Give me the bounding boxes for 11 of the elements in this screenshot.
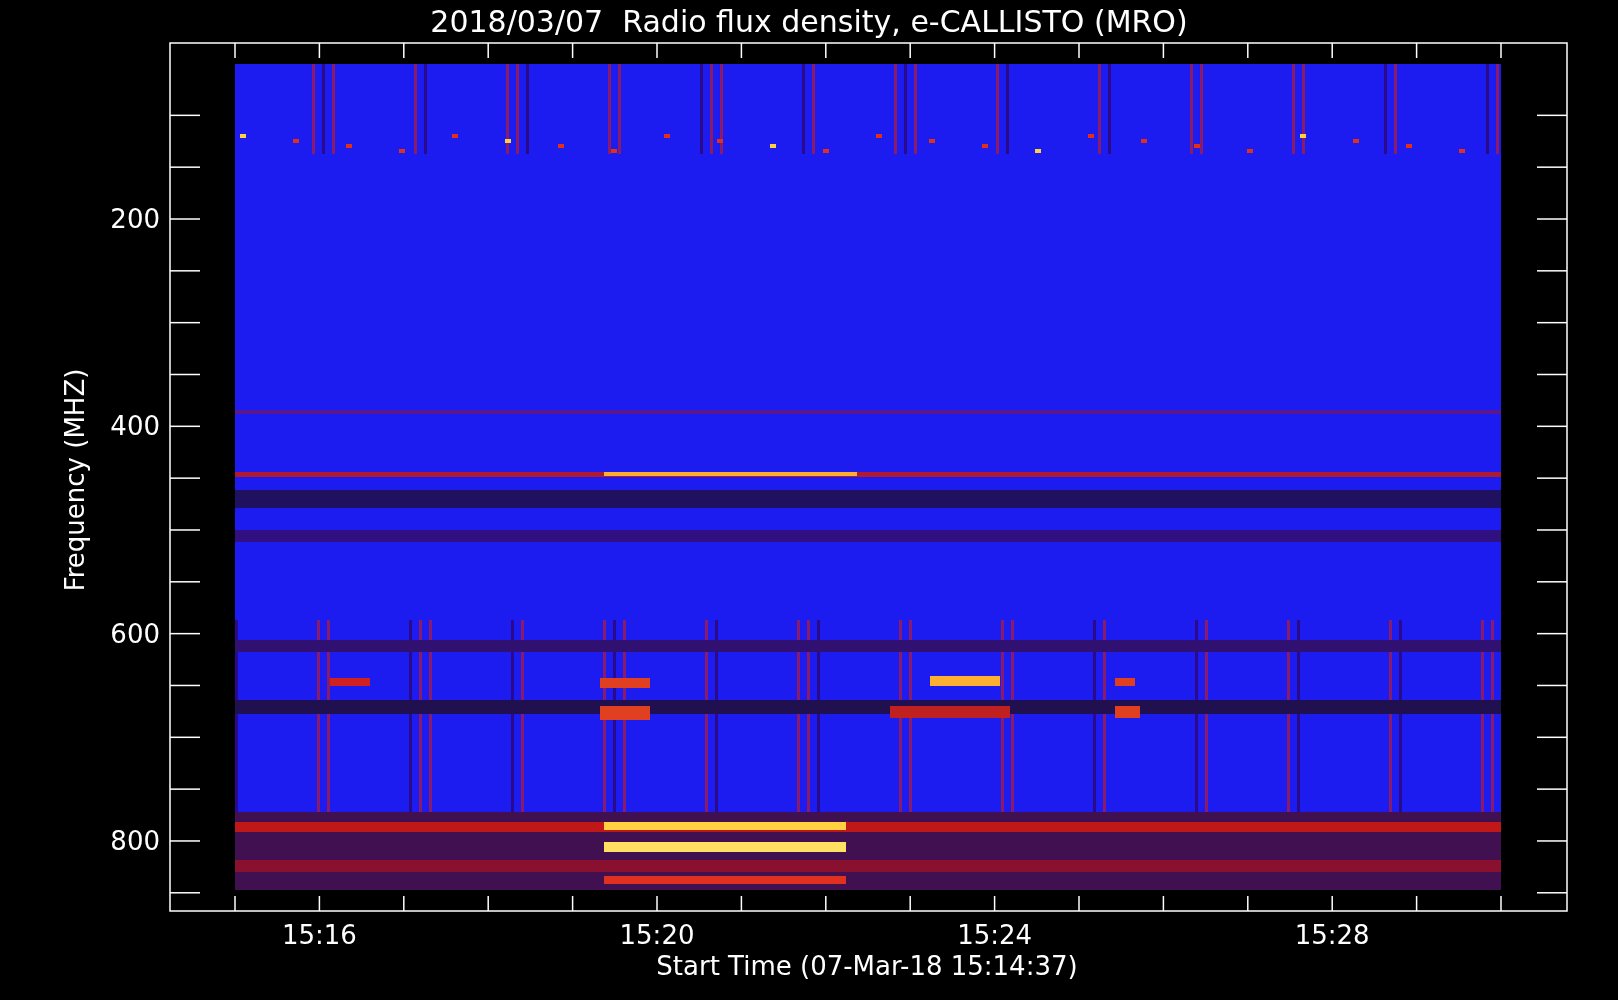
y-tick-label: 800 (110, 825, 160, 856)
x-tick-label: 15:28 (1294, 920, 1370, 950)
x-tick-label: 15:20 (619, 920, 695, 950)
x-axis-label: Start Time (07-Mar-18 15:14:37) (656, 951, 1078, 981)
x-tick-label: 15:24 (957, 920, 1033, 950)
y-tick-label: 600 (110, 618, 160, 649)
y-tick-label: 400 (110, 411, 160, 442)
y-tick-label: 200 (110, 204, 160, 234)
y-axis-label: Frequency (MHZ) (60, 368, 90, 592)
chart-title: 2018/03/07 Radio flux density, e-CALLISTO (MRO) (430, 4, 1188, 39)
x-tick-label: 15:16 (281, 920, 357, 950)
